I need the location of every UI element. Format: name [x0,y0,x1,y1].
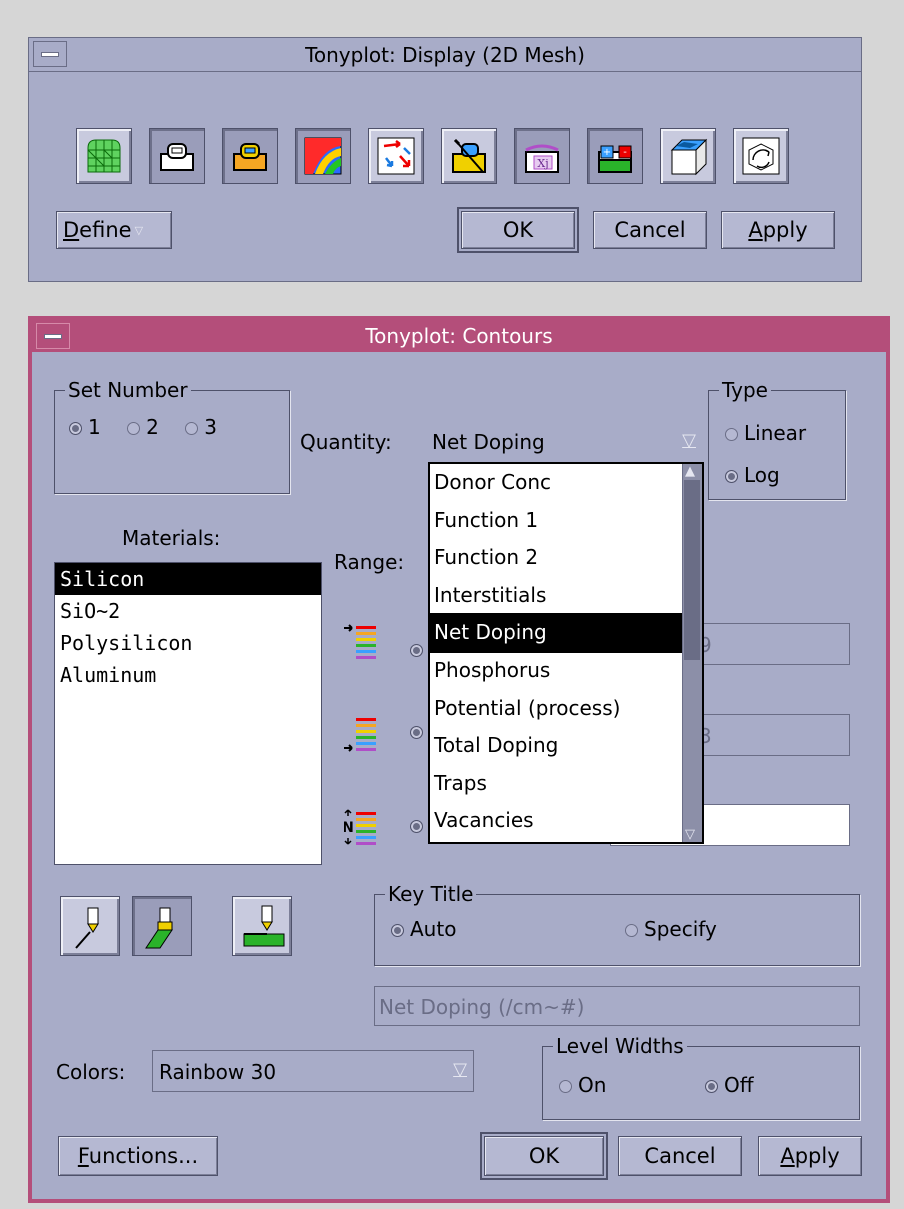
range-count-radio[interactable] [410,820,423,833]
cancel-button[interactable]: Cancel [618,1136,742,1176]
rotate-icon[interactable] [733,128,789,184]
contours-window: Tonyplot: Contours Set Number 1 2 3 Type… [28,316,890,1203]
svg-text:-: - [623,147,627,158]
contours-icon[interactable] [295,128,351,184]
scroll-up-icon[interactable]: ▲ [685,464,695,479]
list-item[interactable]: Total Doping [430,727,702,765]
set-number-options: 1 2 3 [69,415,217,439]
list-item[interactable]: Function 1 [430,502,702,540]
vectors-icon[interactable] [368,128,424,184]
materials-list[interactable]: Silicon SiO~2 Polysilicon Aluminum [54,562,322,865]
list-item[interactable]: Aluminum [55,659,321,691]
ok-button[interactable]: OK [480,1132,608,1180]
apply-button[interactable]: Apply [758,1136,862,1176]
list-item[interactable]: Traps [430,765,702,803]
window-title: Tonyplot: Display (2D Mesh) [305,42,585,67]
type-title: Type [719,378,771,402]
colors-dropdown[interactable]: Rainbow 30 ▽ [152,1050,474,1092]
svg-text:+: + [603,147,611,158]
scroll-thumb[interactable] [684,480,700,660]
list-item[interactable]: SiO~2 [55,595,321,627]
key-title-specify-radio[interactable]: Specify [625,917,717,941]
key-title-group: Key Title Auto Specify [374,882,860,966]
set-3-radio[interactable]: 3 [185,415,217,439]
level-widths-off-radio[interactable]: Off [705,1073,754,1097]
level-widths-title: Level Widths [553,1034,687,1058]
area-fill-icon[interactable] [232,896,292,956]
range-min-radio[interactable] [410,644,423,657]
range-min-icon [344,622,378,665]
mesh-icon[interactable] [76,128,132,184]
type-linear-radio[interactable]: Linear [725,421,806,445]
list-item[interactable]: Silicon [55,563,321,595]
materials-label: Materials: [122,526,221,550]
type-log-radio[interactable]: Log [725,463,780,487]
range-count-icon: N [342,808,378,851]
quantity-popup-list[interactable]: Donor Conc Function 1 Function 2 Interst… [428,462,704,844]
quantity-dropdown[interactable]: Net Doping ▽ [428,424,700,460]
chevron-down-icon: ▽ [682,430,696,451]
set-1-radio[interactable]: 1 [69,415,101,439]
functions-button[interactable]: Functions... [58,1136,218,1176]
list-item[interactable]: Net Doping [429,613,703,653]
key-title-title: Key Title [385,882,477,906]
range-max-icon [344,716,378,759]
quantity-label: Quantity: [300,430,392,454]
list-item[interactable]: Interstitials [430,577,702,615]
apply-button[interactable]: Apply [721,211,835,249]
electrodes-icon[interactable]: + - [587,128,643,184]
window-title: Tonyplot: Contours [365,324,553,348]
contours-window-titlebar[interactable]: Tonyplot: Contours [32,320,886,352]
regions-icon[interactable] [222,128,278,184]
set-number-title: Set Number [65,378,191,402]
range-label: Range: [334,550,405,574]
list-item[interactable]: Vacancies [430,802,702,840]
3d-view-icon[interactable] [660,128,716,184]
window-menu-button[interactable] [33,41,67,67]
svg-text:N: N [344,820,354,836]
chevron-down-icon: ▽ [453,1059,467,1080]
menu-triangle-icon: ▽ [134,223,144,237]
scroll-down-icon[interactable]: ▽ [685,827,695,842]
line-pen-icon[interactable] [60,896,120,956]
list-item[interactable]: Function 2 [430,539,702,577]
type-group: Type Linear Log [708,378,846,500]
lightning-icon[interactable] [441,128,497,184]
list-item[interactable]: Phosphorus [430,652,702,690]
cancel-button[interactable]: Cancel [593,211,707,249]
svg-text:Xj: Xj [537,157,548,170]
list-item[interactable]: Donor Conc [430,464,702,502]
list-item[interactable]: Polysilicon [55,627,321,659]
define-menu-button[interactable]: Define ▽ [56,211,172,249]
set-2-radio[interactable]: 2 [127,415,159,439]
window-menu-button[interactable] [36,323,70,349]
colors-label: Colors: [56,1060,126,1084]
fill-brush-icon[interactable] [132,896,192,956]
level-widths-on-radio[interactable]: On [559,1073,606,1097]
range-max-radio[interactable] [410,726,423,739]
level-widths-group: Level Widths On Off [542,1034,860,1120]
set-number-group: Set Number 1 2 3 [54,378,290,494]
display-window-titlebar[interactable]: Tonyplot: Display (2D Mesh) [29,38,861,72]
key-title-field[interactable]: Net Doping (/cm~#) [374,986,860,1026]
edges-icon[interactable] [149,128,205,184]
quantity-scrollbar[interactable]: ▲ ▽ [682,464,702,842]
key-title-auto-radio[interactable]: Auto [391,917,456,941]
display-window: Tonyplot: Display (2D Mesh) Xj + - Defin… [28,37,862,282]
ok-button[interactable]: OK [457,207,579,253]
list-item[interactable]: Potential (process) [430,690,702,728]
junctions-icon[interactable]: Xj [514,128,570,184]
